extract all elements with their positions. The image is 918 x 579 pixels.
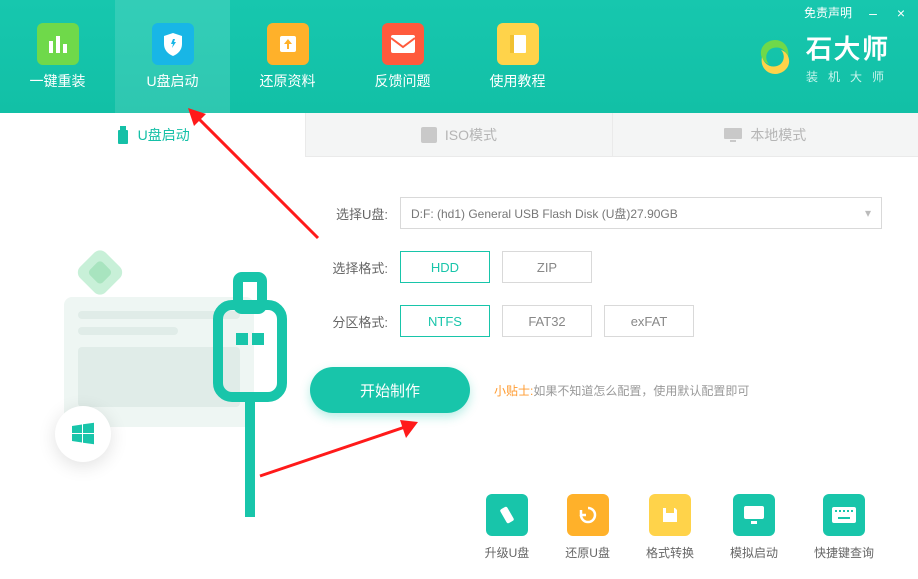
start-create-button[interactable]: 开始制作 [310,367,470,413]
select-usb-label: 选择U盘: [320,204,388,223]
refresh-icon [567,494,609,536]
partition-ntfs-button[interactable]: NTFS [400,305,490,337]
format-zip-button[interactable]: ZIP [502,251,592,283]
footer-tools: 升级U盘 还原U盘 格式转换 模拟启动 快捷键查询 [0,494,918,561]
usb-icon [116,126,130,144]
nav-tutorial[interactable]: 使用教程 [460,0,575,113]
shield-icon [152,23,194,65]
header: 免责声明 – × 一键重装 U盘启动 还原资料 反馈问题 [0,0,918,113]
footer-shortcut-query[interactable]: 快捷键查询 [814,494,874,561]
partition-format-label: 分区格式: [320,312,388,331]
tab-usb-boot[interactable]: U盘启动 [0,113,305,157]
nav-label: U盘启动 [146,71,198,91]
keyboard-icon [823,494,865,536]
nav-label: 一键重装 [30,71,86,91]
disclaimer-link[interactable]: 免责声明 [804,4,852,21]
window-controls: 免责声明 – × [804,4,908,21]
nav-label: 使用教程 [490,71,546,91]
bar-chart-icon [37,23,79,65]
select-value: D:F: (hd1) General USB Flash Disk (U盘)27… [411,205,678,222]
usb-drive-select[interactable]: D:F: (hd1) General USB Flash Disk (U盘)27… [400,197,882,229]
tab-label: 本地模式 [750,125,806,145]
footer-simulate-boot[interactable]: 模拟启动 [730,494,778,561]
footer-upgrade-usb[interactable]: 升级U盘 [485,494,530,561]
nav-label: 还原资料 [260,71,316,91]
nav-reinstall[interactable]: 一键重装 [0,0,115,113]
close-button[interactable]: × [894,6,908,20]
windows-icon [69,420,97,448]
main-content: 选择U盘: D:F: (hd1) General USB Flash Disk … [0,157,918,517]
book-icon [497,23,539,65]
format-hdd-button[interactable]: HDD [400,251,490,283]
footer-format-convert[interactable]: 格式转换 [646,494,694,561]
config-form: 选择U盘: D:F: (hd1) General USB Flash Disk … [320,187,918,517]
illustration [0,187,320,517]
mail-icon [382,23,424,65]
footer-label: 还原U盘 [565,544,610,561]
footer-label: 模拟启动 [730,544,778,561]
iso-icon [421,127,437,143]
logo-icon [754,36,796,78]
usb-illustration-icon [0,187,320,517]
brand-title: 石大师 [806,29,894,66]
footer-restore-usb[interactable]: 还原U盘 [565,494,610,561]
footer-label: 格式转换 [646,544,694,561]
partition-fat32-button[interactable]: FAT32 [502,305,592,337]
nav-usb-boot[interactable]: U盘启动 [115,0,230,113]
monitor-icon [724,128,742,142]
brand-subtitle: 装机大师 [806,68,894,85]
partition-exfat-button[interactable]: exFAT [604,305,694,337]
tip-body: 如果不知道怎么配置，使用默认配置即可 [533,384,749,398]
nav-feedback[interactable]: 反馈问题 [345,0,460,113]
save-icon [649,494,691,536]
nav-restore[interactable]: 还原资料 [230,0,345,113]
mode-tabs: U盘启动 ISO模式 本地模式 [0,113,918,157]
tip-label: 小贴士: [494,384,533,398]
monitor-icon [733,494,775,536]
usb-upgrade-icon [486,494,528,536]
main-nav: 一键重装 U盘启动 还原资料 反馈问题 使用教程 [0,0,575,113]
tip-text: 小贴士:如果不知道怎么配置，使用默认配置即可 [494,382,749,399]
tab-label: ISO模式 [445,125,497,145]
footer-label: 快捷键查询 [814,544,874,561]
tab-iso[interactable]: ISO模式 [305,113,611,157]
upload-icon [267,23,309,65]
tab-label: U盘启动 [138,125,190,145]
windows-badge [55,406,111,462]
select-format-label: 选择格式: [320,258,388,277]
nav-label: 反馈问题 [375,71,431,91]
minimize-button[interactable]: – [866,6,880,20]
chevron-down-icon: ▾ [865,206,871,220]
tab-local[interactable]: 本地模式 [612,113,918,157]
footer-label: 升级U盘 [485,544,530,561]
